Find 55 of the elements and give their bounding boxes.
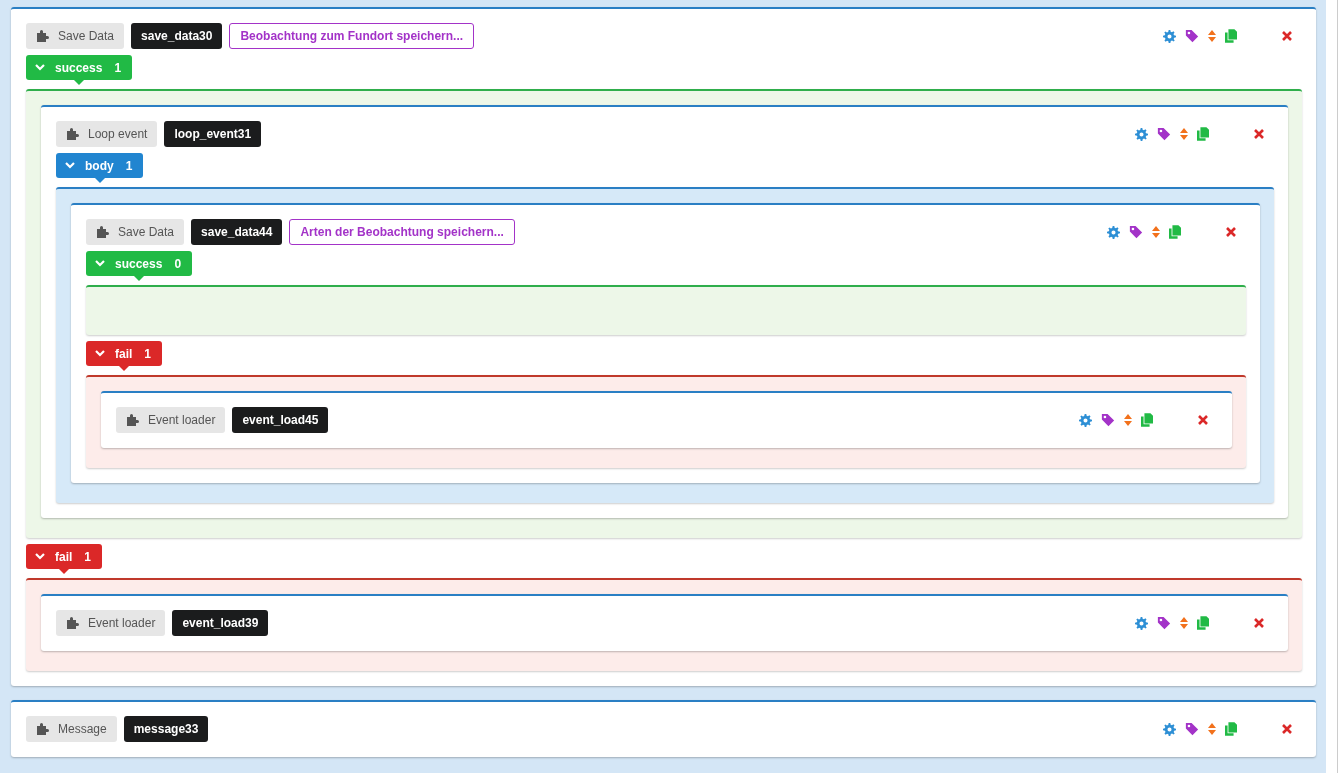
- block-id: loop_event31: [164, 121, 262, 147]
- settings-icon[interactable]: [1163, 722, 1176, 736]
- settings-icon[interactable]: [1135, 616, 1148, 630]
- block-id: save_data44: [191, 219, 283, 245]
- close-icon[interactable]: [1282, 31, 1292, 41]
- tag-icon[interactable]: [1157, 127, 1171, 141]
- chevron-icon: [35, 553, 45, 560]
- copy-icon[interactable]: [1141, 413, 1153, 427]
- sort-icon[interactable]: [1152, 226, 1160, 238]
- puzzle-icon: [36, 723, 50, 735]
- close-icon[interactable]: [1254, 129, 1264, 139]
- tag-icon[interactable]: [1129, 225, 1143, 239]
- sort-icon[interactable]: [1180, 617, 1188, 629]
- block-type-label: Loop event: [56, 121, 158, 147]
- block-id: event_load39: [172, 610, 269, 636]
- puzzle-icon: [96, 226, 110, 238]
- sort-icon[interactable]: [1180, 128, 1188, 140]
- block-type-label: Message: [26, 716, 117, 742]
- puzzle-icon: [126, 414, 140, 426]
- sort-icon[interactable]: [1208, 723, 1216, 735]
- sort-icon[interactable]: [1208, 30, 1216, 42]
- block-type-label: Event loader: [116, 407, 226, 433]
- sort-icon[interactable]: [1124, 414, 1132, 426]
- copy-icon[interactable]: [1225, 722, 1237, 736]
- chevron-icon: [35, 64, 45, 71]
- tag-icon[interactable]: [1185, 722, 1199, 736]
- block-id: save_data30: [131, 23, 223, 49]
- settings-icon[interactable]: [1079, 413, 1092, 427]
- tag-icon[interactable]: [1185, 29, 1199, 43]
- close-icon[interactable]: [1198, 415, 1208, 425]
- copy-icon[interactable]: [1197, 127, 1209, 141]
- settings-icon[interactable]: [1107, 225, 1120, 239]
- block-description[interactable]: Beobachtung zum Fundort speichern...: [229, 23, 475, 49]
- settings-icon[interactable]: [1163, 29, 1176, 43]
- block-type-label: Save Data: [26, 23, 125, 49]
- copy-icon[interactable]: [1225, 29, 1237, 43]
- block-description[interactable]: Arten der Beobachtung speichern...: [289, 219, 515, 245]
- close-icon[interactable]: [1282, 724, 1292, 734]
- close-icon[interactable]: [1254, 618, 1264, 628]
- block-type-label: Event loader: [56, 610, 166, 636]
- copy-icon[interactable]: [1197, 616, 1209, 630]
- block-type-label: Save Data: [86, 219, 185, 245]
- chevron-icon: [65, 162, 75, 169]
- close-icon[interactable]: [1226, 227, 1236, 237]
- puzzle-icon: [66, 128, 80, 140]
- settings-icon[interactable]: [1135, 127, 1148, 141]
- block-id: event_load45: [232, 407, 329, 433]
- tag-icon[interactable]: [1157, 616, 1171, 630]
- puzzle-icon: [66, 617, 80, 629]
- tag-icon[interactable]: [1101, 413, 1115, 427]
- chevron-icon: [95, 260, 105, 267]
- puzzle-icon: [36, 30, 50, 42]
- copy-icon[interactable]: [1169, 225, 1181, 239]
- chevron-icon: [95, 350, 105, 357]
- block-id: message33: [123, 716, 209, 742]
